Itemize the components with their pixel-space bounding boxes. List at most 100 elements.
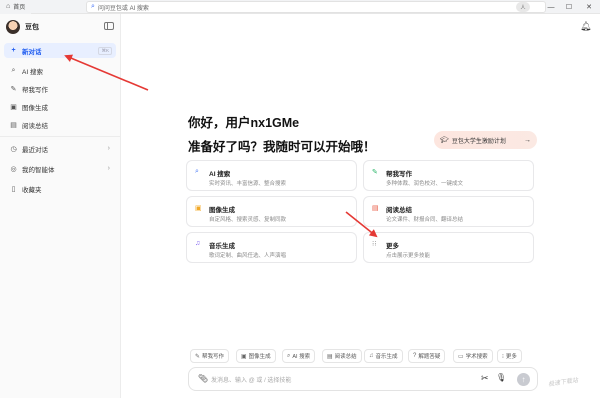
search-icon: ⌕ xyxy=(11,66,16,74)
user-avatar[interactable]: 人 xyxy=(516,2,530,12)
chip-image[interactable]: ▣ 图像生成 xyxy=(236,349,276,363)
watermark: 极速下载站 xyxy=(547,377,579,389)
sidebar-item-agents[interactable]: ◎ 我的智能体 › xyxy=(4,161,116,176)
sidebar-item-label: 最近对话 xyxy=(22,146,48,154)
chip-label: 音乐生成 xyxy=(375,354,398,360)
image-icon: ▣ xyxy=(241,353,247,360)
plus-icon: + xyxy=(11,47,16,54)
sidebar-collapse-icon[interactable] xyxy=(104,22,114,30)
greeting-title: 你好，用户nx1GMe xyxy=(188,116,300,130)
chip-writing[interactable]: ✎ 帮我写作 xyxy=(190,349,230,363)
microphone-icon[interactable]: 🎙︎ xyxy=(496,373,506,382)
greeting-subtitle: 准备好了吗？我随时可以开始哦！ xyxy=(188,140,376,154)
card-image[interactable]: ▣ 图像生成 自定风格、搜索灵感、复制同款 xyxy=(186,196,357,227)
address-text: 问问豆包或 AI 搜索 xyxy=(97,5,149,12)
sidebar-item-label: AI 搜索 xyxy=(22,68,43,76)
brand-name: 豆包 xyxy=(25,24,39,31)
book-icon: ▭ xyxy=(458,353,464,360)
card-ai-search[interactable]: ⌕ AI 搜索 实时资讯、丰富信源、整合搜索 xyxy=(186,160,357,191)
send-button[interactable]: ↑ xyxy=(517,373,530,386)
bell-icon[interactable]: 🔔︎ xyxy=(580,21,591,32)
tab-home[interactable]: ⌂ 首页 xyxy=(0,0,32,14)
music-icon: ♫ xyxy=(195,240,201,247)
sidebar-item-recent[interactable]: ◷ 最近对话 › xyxy=(4,141,116,156)
search-icon: ⌕ xyxy=(287,352,291,359)
chip-more[interactable]: ⁝ 更多 xyxy=(497,349,522,363)
title-bar: ⌂ 首页 ⌕ 问问豆包或 AI 搜索 人 — ☐ ✕ xyxy=(0,0,600,14)
new-chat-button[interactable]: + 新对话 ⌘K xyxy=(4,43,116,58)
grid-icon: ⁝⁝ xyxy=(372,241,377,248)
close-icon[interactable]: ✕ xyxy=(582,0,596,14)
chip-academic[interactable]: ▭ 学术搜索 xyxy=(453,349,493,363)
pen-icon: ✎ xyxy=(10,85,17,93)
maximize-icon[interactable]: ☐ xyxy=(562,0,576,14)
sidebar: 豆包 + 新对话 ⌘K ⌕ AI 搜索 ✎ 帮我写作 ▣ 图像生成 ▤ 阅读总结… xyxy=(0,14,121,398)
promo-button[interactable]: 🎓︎ 豆包大学生激励计划 → xyxy=(434,131,537,149)
chip-label: 阅读总结 xyxy=(334,354,357,360)
card-subtitle: 点击展示更多技能 xyxy=(386,253,431,259)
chip-label: 解题答疑 xyxy=(418,354,441,360)
chip-label: AI 搜索 xyxy=(292,354,311,360)
card-subtitle: 论文课件、财报合同、翻译总结 xyxy=(386,217,464,223)
card-subtitle: 实时资讯、丰富信源、整合搜索 xyxy=(209,181,287,187)
sidebar-item-favorites[interactable]: ▯ 收藏夹 xyxy=(4,181,116,196)
input-placeholder: 发消息、输入 @ 或 / 选择技能 xyxy=(211,378,292,384)
sidebar-item-writing[interactable]: ✎ 帮我写作 xyxy=(4,81,116,96)
sidebar-item-reading[interactable]: ▤ 阅读总结 xyxy=(4,117,116,132)
card-music[interactable]: ♫ 音乐生成 歌词定制、曲风任选、人声演唱 xyxy=(186,232,357,263)
image-icon: ▣ xyxy=(10,103,17,111)
brand: 豆包 xyxy=(6,20,39,34)
chip-reading[interactable]: ▤ 阅读总结 xyxy=(322,349,362,363)
chip-music[interactable]: ♫ 音乐生成 xyxy=(364,349,403,363)
card-title: AI 搜索 xyxy=(209,171,231,178)
search-icon: ⌕ xyxy=(195,168,199,175)
sidebar-item-ai-search[interactable]: ⌕ AI 搜索 xyxy=(4,63,116,78)
card-writing[interactable]: ✎ 帮我写作 多种体裁、润色校对、一键成文 xyxy=(363,160,534,191)
image-icon: ▣ xyxy=(195,205,202,212)
chip-question[interactable]: ? 解题答疑 xyxy=(408,349,446,363)
address-bar[interactable]: ⌕ 问问豆包或 AI 搜索 xyxy=(86,1,546,13)
message-input[interactable]: 📎︎ 发消息、输入 @ 或 / 选择技能 ✂ 🎙︎ ↑ xyxy=(188,367,538,391)
sidebar-item-label: 阅读总结 xyxy=(22,122,48,130)
sidebar-item-label: 收藏夹 xyxy=(22,186,42,194)
chevron-right-icon: › xyxy=(107,165,110,172)
promo-label: 豆包大学生激励计划 xyxy=(451,138,506,145)
attachment-icon[interactable]: 📎︎ xyxy=(198,374,208,383)
doubao-logo xyxy=(6,20,20,34)
music-icon: ♫ xyxy=(369,353,374,359)
card-title: 更多 xyxy=(386,243,399,250)
chip-ai-search[interactable]: ⌕ AI 搜索 xyxy=(282,349,316,363)
card-title: 帮我写作 xyxy=(386,171,412,178)
bookmark-icon: ▯ xyxy=(11,185,16,193)
card-more[interactable]: ⁝⁝ 更多 点击展示更多技能 xyxy=(363,232,534,263)
card-reading[interactable]: ▤ 阅读总结 论文课件、财报合同、翻译总结 xyxy=(363,196,534,227)
pen-icon: ✎ xyxy=(195,353,201,360)
minimize-icon[interactable]: — xyxy=(544,0,558,14)
question-icon: ? xyxy=(413,353,417,359)
arrow-right-icon: → xyxy=(524,136,531,144)
avatar-label: 人 xyxy=(520,4,526,11)
card-subtitle: 多种体裁、润色校对、一键成文 xyxy=(386,181,464,187)
scissors-icon[interactable]: ✂ xyxy=(481,373,489,384)
home-icon: ⌂ xyxy=(6,3,11,10)
chip-label: 图像生成 xyxy=(248,354,271,360)
agent-icon: ◎ xyxy=(10,165,17,173)
card-title: 阅读总结 xyxy=(386,207,412,214)
tab-label: 首页 xyxy=(13,5,26,11)
sidebar-divider xyxy=(0,136,121,137)
sidebar-item-image[interactable]: ▣ 图像生成 xyxy=(4,99,116,114)
grid-icon: ⁝ xyxy=(502,353,504,360)
search-icon: ⌕ xyxy=(91,3,95,10)
graduation-cap-icon: 🎓︎ xyxy=(440,137,449,144)
sidebar-item-label: 帮我写作 xyxy=(22,86,48,94)
sidebar-item-label: 我的智能体 xyxy=(22,166,55,174)
document-icon: ▤ xyxy=(10,121,17,129)
chip-label: 帮我写作 xyxy=(202,354,225,360)
clock-icon: ◷ xyxy=(10,145,17,153)
document-icon: ▤ xyxy=(372,205,379,212)
chip-label: 更多 xyxy=(505,354,517,360)
card-subtitle: 自定风格、搜索灵感、复制同款 xyxy=(209,217,287,223)
pen-icon: ✎ xyxy=(372,169,378,176)
sidebar-item-label: 图像生成 xyxy=(22,104,48,112)
card-title: 音乐生成 xyxy=(209,243,235,250)
